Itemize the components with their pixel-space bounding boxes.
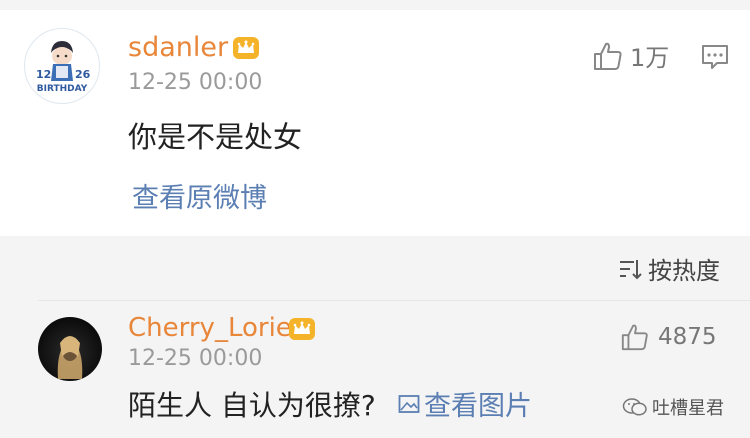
reply-text: 陌生人 自认为很撩?: [128, 389, 376, 422]
avatar[interactable]: 12 26 BIRTHDAY: [24, 28, 100, 104]
birthday-avatar-icon: 12 26 BIRTHDAY: [26, 30, 98, 102]
comment-timestamp: 12-25 00:00: [128, 70, 263, 95]
sort-label: 按热度: [648, 257, 720, 285]
username[interactable]: sdanler: [128, 32, 228, 63]
sort-icon: [620, 259, 642, 279]
crown-icon: [233, 37, 259, 59]
wechat-icon: [622, 398, 647, 416]
watermark-text: 吐槽星君: [652, 398, 724, 419]
thumbs-up-icon: [621, 324, 648, 351]
reply-like-count: 4875: [658, 324, 717, 350]
watermark: 吐槽星君: [622, 394, 724, 420]
divider: [38, 300, 750, 301]
thumbs-up-icon: [594, 42, 622, 70]
crown-icon: [289, 318, 315, 340]
comment-icon[interactable]: [700, 42, 730, 72]
like-button[interactable]: 1万: [592, 38, 669, 73]
sort-by-popularity-button[interactable]: 按热度: [618, 251, 720, 286]
avatar-text-left: 12: [36, 68, 51, 81]
reply-username[interactable]: Cherry_Lorie: [128, 313, 292, 343]
image-icon: [398, 394, 420, 413]
avatar-text-bottom: BIRTHDAY: [37, 84, 88, 94]
user-avatar-icon: [57, 336, 83, 379]
view-image-label: 查看图片: [424, 391, 532, 422]
reply-like-button[interactable]: 4875: [620, 322, 717, 352]
avatar-text-right: 26: [75, 68, 91, 81]
view-image-link[interactable]: 查看图片: [398, 384, 532, 423]
reply-avatar[interactable]: [38, 317, 102, 381]
view-original-link[interactable]: 查看原微博: [132, 176, 267, 215]
comment-text: 你是不是处女: [128, 120, 303, 154]
reply-timestamp: 12-25 00:00: [128, 346, 263, 371]
like-count: 1万: [630, 44, 670, 72]
top-divider: [0, 0, 750, 10]
main-comment-card: 12 26 BIRTHDAY sdanler 12-25 00:00 你是不是处…: [0, 10, 750, 236]
